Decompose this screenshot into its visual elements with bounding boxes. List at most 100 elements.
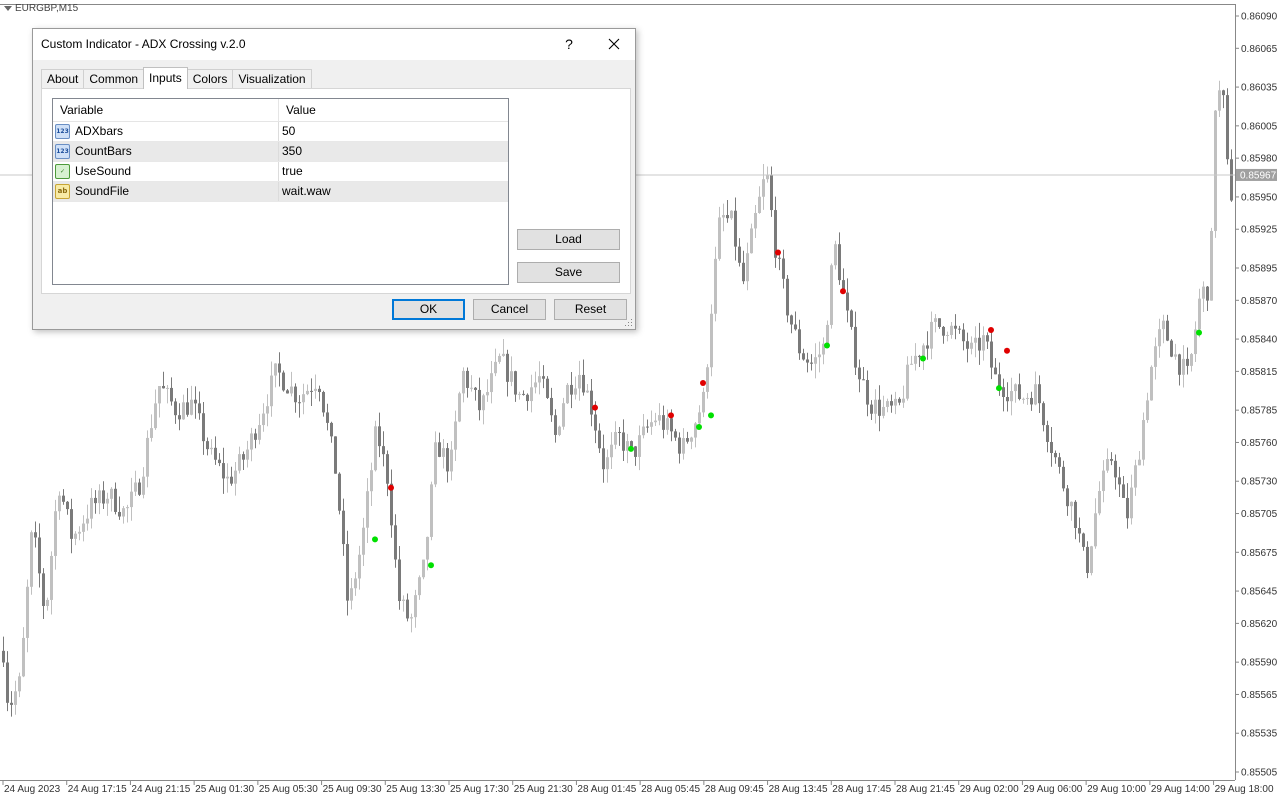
- value-cell[interactable]: wait.waw: [279, 182, 331, 201]
- candle-body: [466, 370, 469, 388]
- candle-body: [750, 228, 753, 254]
- candle-body: [434, 442, 437, 485]
- cancel-button[interactable]: Cancel: [473, 299, 546, 320]
- table-row[interactable]: ab SoundFile wait.waw: [53, 182, 508, 202]
- candle-body: [242, 454, 245, 460]
- candle-body: [1218, 90, 1221, 111]
- candle-body: [74, 533, 77, 539]
- candle-body: [542, 376, 545, 379]
- candle-body: [462, 370, 465, 394]
- candle-body: [650, 422, 653, 427]
- time-tick-label: 25 Aug 09:30: [323, 784, 382, 795]
- candle-body: [166, 387, 169, 389]
- close-button[interactable]: [599, 33, 629, 55]
- candle-body: [170, 387, 173, 402]
- candle-body: [214, 447, 217, 460]
- candle-body: [1178, 354, 1181, 375]
- candle-body: [426, 536, 429, 560]
- candle-body: [1086, 546, 1089, 574]
- candle-body: [882, 406, 885, 416]
- candle-body: [1210, 230, 1213, 301]
- time-tick-label: 24 Aug 2023: [4, 784, 61, 795]
- candle-body: [442, 448, 445, 457]
- candle-body: [266, 406, 269, 414]
- candle-body: [946, 335, 949, 337]
- signal-up-dot: [708, 412, 714, 419]
- candle-body: [594, 414, 597, 431]
- column-header-variable[interactable]: Variable: [53, 99, 279, 121]
- price-tick-label: 0.85705: [1241, 509, 1278, 520]
- candle-body: [794, 324, 797, 330]
- candle-body: [358, 554, 361, 579]
- candle-body: [318, 388, 321, 393]
- candle-body: [354, 578, 357, 589]
- candle-body: [818, 354, 821, 358]
- candle-body: [1118, 477, 1121, 485]
- candle-body: [406, 599, 409, 619]
- candle-body: [190, 399, 193, 415]
- table-row[interactable]: ✓ UseSound true: [53, 162, 508, 182]
- candle-body: [962, 329, 965, 342]
- price-tick-label: 0.85815: [1241, 367, 1278, 378]
- candle-body: [910, 363, 913, 365]
- reset-button[interactable]: Reset: [554, 299, 627, 320]
- variable-cell: ✓ UseSound: [53, 162, 279, 181]
- price-tick-label: 0.85760: [1241, 438, 1278, 449]
- candle-body: [674, 431, 677, 438]
- string-icon: ab: [55, 184, 70, 199]
- custom-indicator-dialog[interactable]: Custom Indicator - ADX Crossing v.2.0 ? …: [32, 28, 636, 330]
- candle-body: [638, 435, 641, 457]
- value-cell[interactable]: 50: [279, 122, 295, 141]
- candle-body: [498, 355, 501, 362]
- candle-body: [1150, 366, 1153, 401]
- value-cell[interactable]: true: [279, 162, 303, 181]
- candle-body: [746, 253, 749, 282]
- candle-body: [282, 372, 285, 391]
- value-cell[interactable]: 350: [279, 142, 302, 161]
- candle-body: [850, 310, 853, 327]
- candle-body: [1190, 354, 1193, 366]
- column-header-value[interactable]: Value: [279, 99, 316, 121]
- tab-about[interactable]: About: [41, 69, 85, 89]
- dropdown-arrow-icon[interactable]: [4, 6, 12, 11]
- signal-up-dot: [824, 342, 830, 349]
- save-button[interactable]: Save: [517, 262, 620, 283]
- load-button[interactable]: Load: [517, 229, 620, 250]
- candle-body: [858, 367, 861, 380]
- dialog-titlebar[interactable]: Custom Indicator - ADX Crossing v.2.0 ?: [33, 29, 635, 60]
- candle-body: [754, 213, 757, 229]
- candle-body: [582, 374, 585, 393]
- tab-common[interactable]: Common: [83, 69, 145, 89]
- candle-body: [330, 422, 333, 437]
- candle-body: [6, 662, 9, 703]
- candle-body: [118, 511, 121, 517]
- candle-body: [966, 341, 969, 349]
- candle-body: [1226, 95, 1229, 160]
- candle-body: [174, 401, 177, 416]
- candle-body: [838, 244, 841, 281]
- candle-body: [110, 488, 113, 499]
- table-row[interactable]: 123 CountBars 350: [53, 142, 508, 162]
- help-button[interactable]: ?: [554, 33, 584, 55]
- candle-body: [654, 420, 657, 423]
- time-tick-label: 25 Aug 05:30: [259, 784, 318, 795]
- tab-visualization[interactable]: Visualization: [232, 69, 312, 89]
- price-tick-label: 0.86035: [1241, 83, 1278, 94]
- candle-body: [526, 394, 529, 402]
- inputs-grid[interactable]: Variable Value 123 ADXbars 50 123 CountB…: [52, 98, 509, 285]
- ok-button[interactable]: OK: [392, 299, 465, 320]
- candle-body: [1062, 466, 1065, 489]
- resize-grip-icon[interactable]: [625, 319, 633, 327]
- table-row[interactable]: 123 ADXbars 50: [53, 122, 508, 142]
- candle-body: [834, 244, 837, 266]
- candle-body: [374, 426, 377, 471]
- candle-body: [46, 599, 49, 606]
- candle-body: [314, 388, 317, 391]
- candle-body: [1030, 397, 1033, 405]
- candle-body: [254, 433, 257, 440]
- tab-inputs[interactable]: Inputs: [143, 67, 188, 89]
- candle-body: [742, 262, 745, 282]
- tab-colors[interactable]: Colors: [186, 69, 234, 89]
- candle-body: [530, 387, 533, 402]
- signal-down-dot: [668, 412, 674, 419]
